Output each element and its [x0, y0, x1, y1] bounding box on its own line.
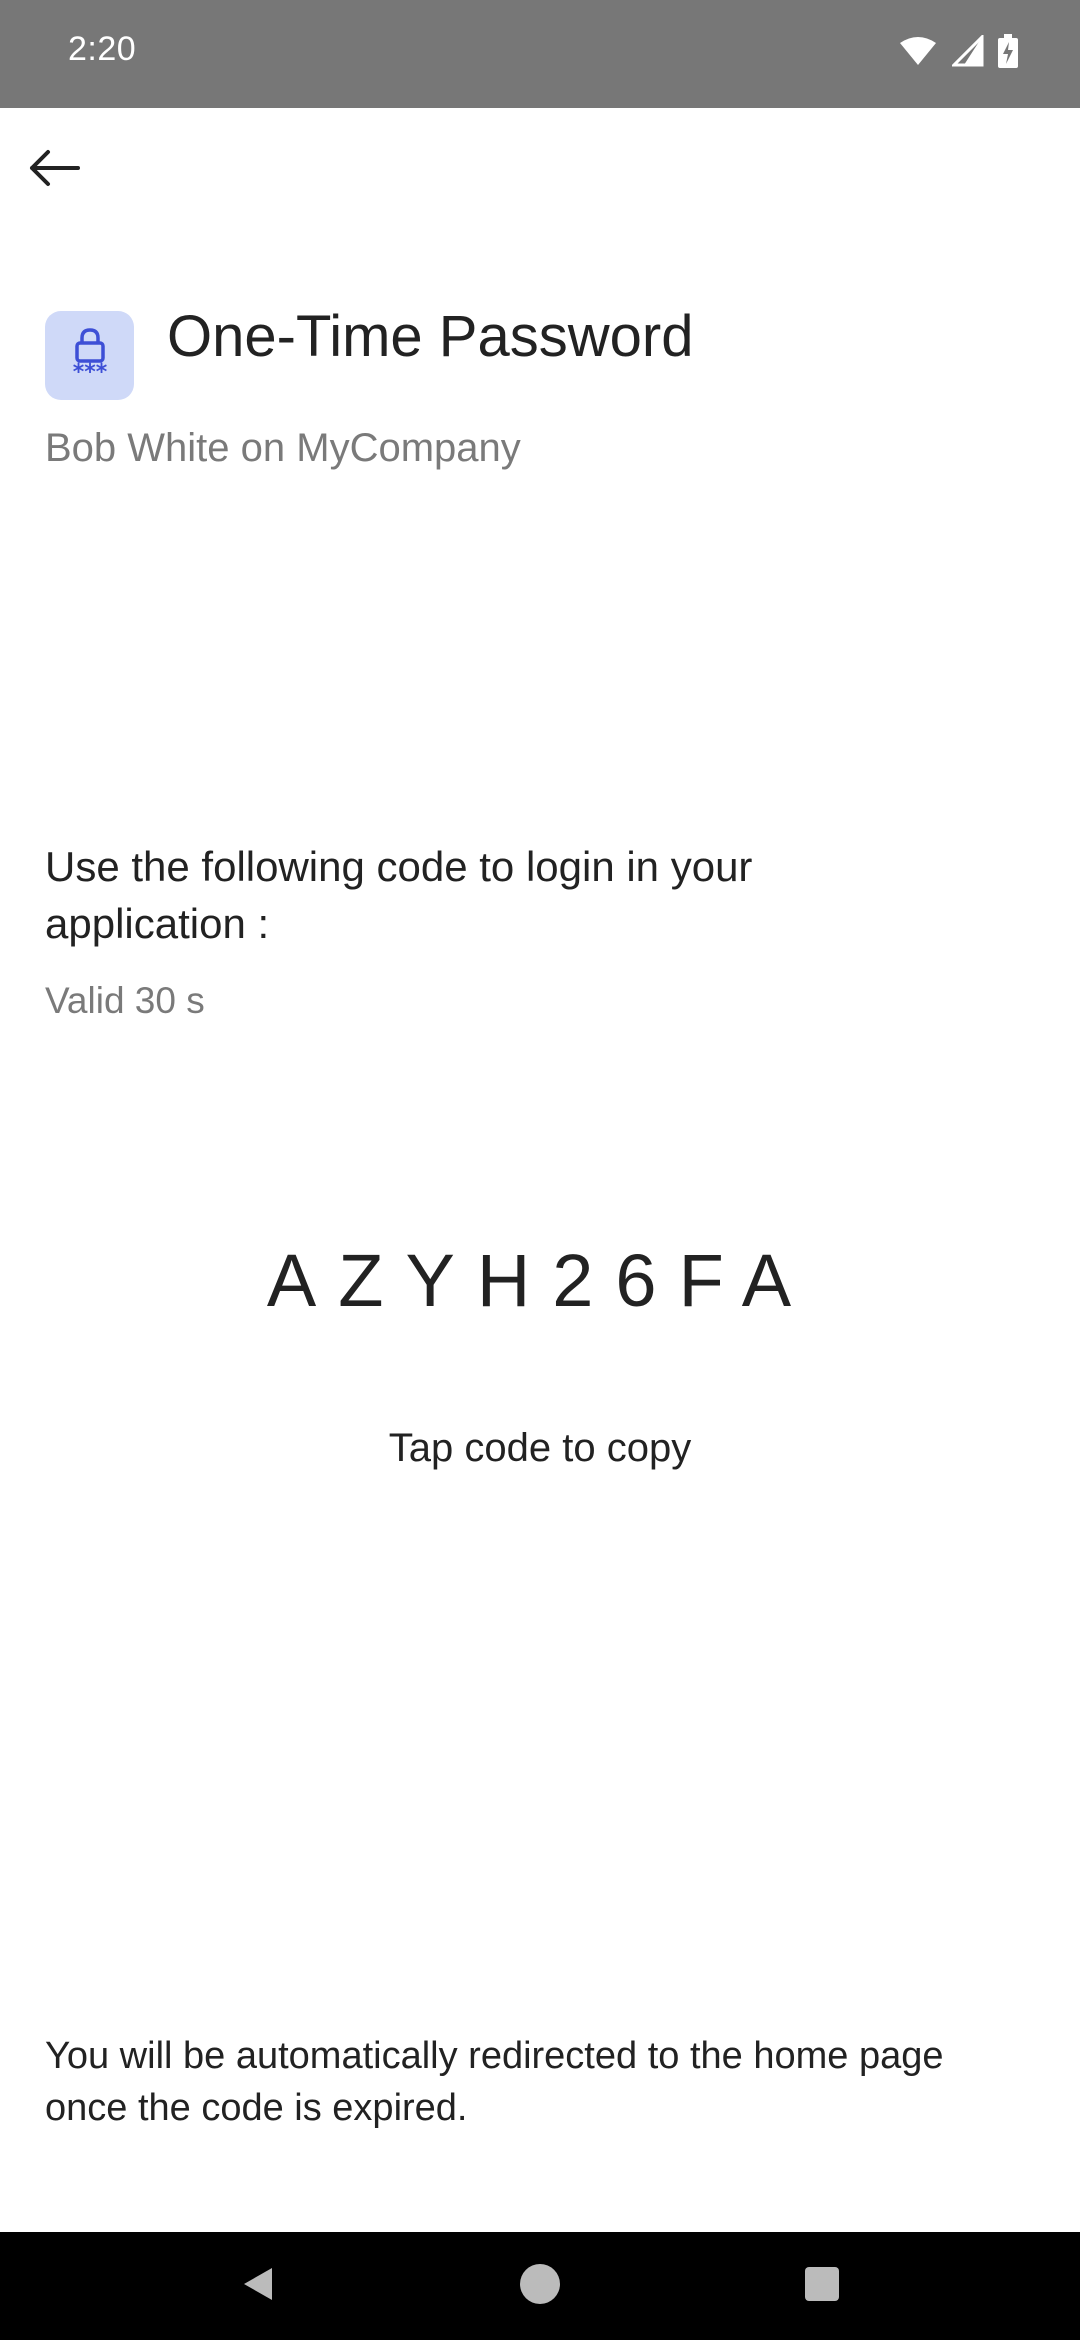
redirect-message: You will be automatically redirected to … [45, 2035, 944, 2129]
svg-text:***: *** [72, 360, 107, 383]
page-title: One-Time Password [167, 304, 694, 369]
navigation-bar [0, 2232, 1080, 2340]
signal-icon [950, 33, 984, 72]
app-icon: *** [45, 311, 134, 400]
arrow-back-icon [28, 148, 80, 193]
validity-text: Valid 30 s [45, 980, 205, 1021]
otp-code[interactable]: AZYH26FA [0, 1238, 1080, 1323]
lock-password-icon: *** [60, 323, 120, 388]
triangle-back-icon [238, 2264, 278, 2309]
nav-home-button[interactable] [510, 2256, 570, 2316]
nav-back-button[interactable] [228, 2256, 288, 2316]
instruction-text: Use the following code to login in your … [45, 843, 753, 947]
status-icons [898, 33, 1018, 73]
square-recents-icon [804, 2266, 840, 2307]
account-subtitle: Bob White on MyCompany [45, 426, 521, 470]
battery-charging-icon [998, 34, 1018, 73]
nav-recents-button[interactable] [792, 2256, 852, 2316]
status-time: 2:20 [68, 30, 137, 68]
copy-hint: Tap code to copy [388, 1426, 692, 1470]
status-bar: 2:20 [0, 0, 1080, 108]
back-button[interactable] [24, 140, 84, 200]
wifi-icon [898, 35, 938, 72]
circle-home-icon [518, 2262, 562, 2311]
